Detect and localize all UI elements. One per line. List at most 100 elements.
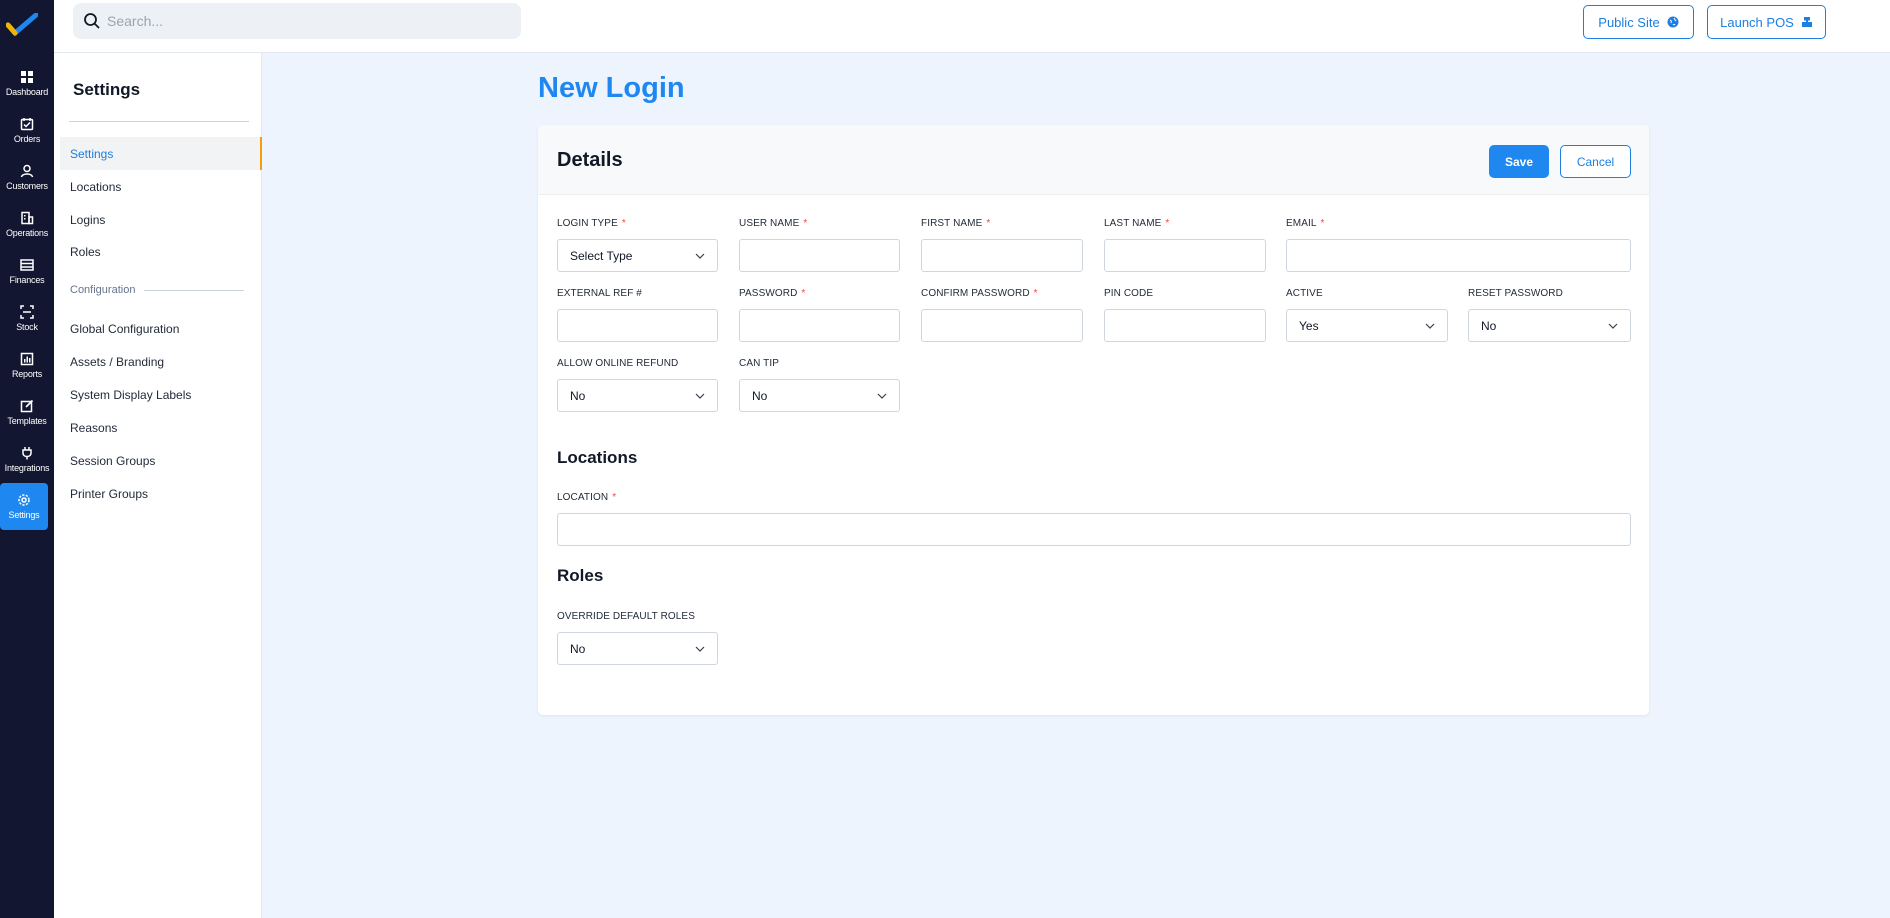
finance-icon: [20, 259, 34, 271]
rail-item-finances[interactable]: Finances: [0, 248, 54, 295]
reset-password-label: RESET PASSWORD: [1468, 288, 1563, 299]
required-mark: *: [1320, 218, 1325, 229]
required-mark: *: [986, 218, 991, 229]
login-type-label: LOGIN TYPE *: [557, 218, 626, 229]
sidebar-item-assets-branding[interactable]: Assets / Branding: [60, 345, 262, 378]
external-ref-label: EXTERNAL REF #: [557, 288, 642, 299]
rail-item-label: Integrations: [4, 463, 50, 473]
rail-item-stock[interactable]: Stock: [0, 295, 54, 342]
rail-item-label: Stock: [16, 322, 38, 332]
search-box[interactable]: [73, 3, 521, 39]
rail-item-settings[interactable]: Settings: [0, 483, 48, 530]
app-rail: Dashboard Orders Customers Operations Fi…: [0, 0, 54, 918]
cancel-button[interactable]: Cancel: [1560, 145, 1631, 178]
email-label: EMAIL *: [1286, 218, 1325, 229]
login-type-select[interactable]: Select Type: [557, 239, 718, 272]
search-icon: [84, 13, 100, 29]
rail-item-templates[interactable]: Templates: [0, 389, 54, 436]
rail-item-label: Finances: [9, 275, 45, 285]
active-select[interactable]: Yes: [1286, 309, 1448, 342]
settings-sidebar: Settings Settings Locations Logins Roles…: [54, 53, 262, 918]
password-input[interactable]: [739, 309, 900, 342]
public-site-button[interactable]: Public Site: [1583, 5, 1694, 39]
location-input[interactable]: [557, 513, 1631, 546]
cash-register-icon: [1801, 17, 1812, 27]
allow-online-refund-select[interactable]: No: [557, 379, 718, 412]
allow-online-refund-value: No: [570, 388, 586, 403]
chevron-down-icon: [1608, 323, 1618, 329]
active-value: Yes: [1299, 318, 1319, 333]
chevron-down-icon: [695, 646, 705, 652]
gear-icon: [18, 494, 30, 506]
email-input[interactable]: [1286, 239, 1631, 272]
user-icon: [20, 164, 34, 178]
rail-item-label: Reports: [11, 369, 43, 379]
chevron-down-icon: [695, 253, 705, 259]
reset-password-value: No: [1481, 318, 1497, 333]
confirm-password-input[interactable]: [921, 309, 1083, 342]
sidebar-item-reasons[interactable]: Reasons: [60, 411, 262, 444]
sidebar-item-system-display-labels[interactable]: System Display Labels: [60, 378, 262, 411]
user-name-label: USER NAME *: [739, 218, 808, 229]
chevron-down-icon: [877, 393, 887, 399]
chart-icon: [20, 352, 34, 366]
chevron-down-icon: [1425, 323, 1435, 329]
required-mark: *: [1165, 218, 1170, 229]
search-input[interactable]: [107, 3, 507, 39]
rail-item-customers[interactable]: Customers: [0, 154, 54, 201]
sidebar-item-logins[interactable]: Logins: [60, 203, 262, 236]
rail-item-label: Operations: [5, 228, 49, 238]
first-name-input[interactable]: [921, 239, 1083, 272]
launch-pos-button[interactable]: Launch POS: [1707, 5, 1826, 39]
app-logo-icon[interactable]: [6, 13, 38, 37]
sidebar-item-printer-groups[interactable]: Printer Groups: [60, 477, 262, 510]
rail-item-orders[interactable]: Orders: [0, 107, 54, 154]
sidebar-title: Settings: [73, 80, 141, 99]
last-name-input[interactable]: [1104, 239, 1266, 272]
user-name-input[interactable]: [739, 239, 900, 272]
top-bar: Public Site Launch POS KF: [54, 0, 1890, 53]
rail-item-label: Orders: [13, 134, 41, 144]
sidebar-item-settings[interactable]: Settings: [60, 137, 262, 170]
rail-item-label: Settings: [8, 510, 40, 520]
required-mark: *: [621, 218, 626, 229]
confirm-password-label: CONFIRM PASSWORD *: [921, 288, 1038, 299]
rail-item-label: Customers: [6, 181, 48, 191]
external-ref-input[interactable]: [557, 309, 718, 342]
globe-icon: [1667, 16, 1679, 28]
sidebar-section-divider: [144, 290, 244, 291]
sidebar-item-global-configuration[interactable]: Global Configuration: [60, 312, 262, 345]
public-site-label: Public Site: [1598, 14, 1660, 30]
reset-password-select[interactable]: No: [1468, 309, 1631, 342]
required-mark: *: [1033, 288, 1038, 299]
password-label: PASSWORD *: [739, 288, 806, 299]
login-type-value: Select Type: [570, 248, 633, 263]
sidebar-item-locations[interactable]: Locations: [60, 170, 262, 203]
location-label: LOCATION *: [557, 492, 617, 503]
edit-icon: [20, 399, 34, 413]
save-button[interactable]: Save: [1489, 145, 1549, 178]
can-tip-value: No: [752, 388, 768, 403]
building-icon: [21, 211, 34, 225]
details-title: Details: [557, 149, 623, 171]
allow-online-refund-label: ALLOW ONLINE REFUND: [557, 358, 679, 369]
sidebar-item-session-groups[interactable]: Session Groups: [60, 444, 262, 477]
rail-item-integrations[interactable]: Integrations: [0, 436, 54, 483]
override-default-roles-value: No: [570, 641, 586, 656]
sidebar-item-roles[interactable]: Roles: [60, 235, 262, 268]
override-default-roles-select[interactable]: No: [557, 632, 718, 665]
pin-code-input[interactable]: [1104, 309, 1266, 342]
rail-item-label: Templates: [7, 416, 47, 426]
can-tip-select[interactable]: No: [739, 379, 900, 412]
roles-section-title: Roles: [557, 566, 604, 585]
rail-item-reports[interactable]: Reports: [0, 342, 54, 389]
sidebar-divider: [69, 121, 249, 122]
first-name-label: FIRST NAME *: [921, 218, 991, 229]
rail-item-dashboard[interactable]: Dashboard: [0, 60, 54, 107]
launch-pos-label: Launch POS: [1720, 14, 1794, 30]
barcode-scan-icon: [20, 305, 34, 319]
rail-item-operations[interactable]: Operations: [0, 201, 54, 248]
active-label: ACTIVE: [1286, 288, 1323, 299]
can-tip-label: CAN TIP: [739, 358, 779, 369]
last-name-label: LAST NAME *: [1104, 218, 1170, 229]
